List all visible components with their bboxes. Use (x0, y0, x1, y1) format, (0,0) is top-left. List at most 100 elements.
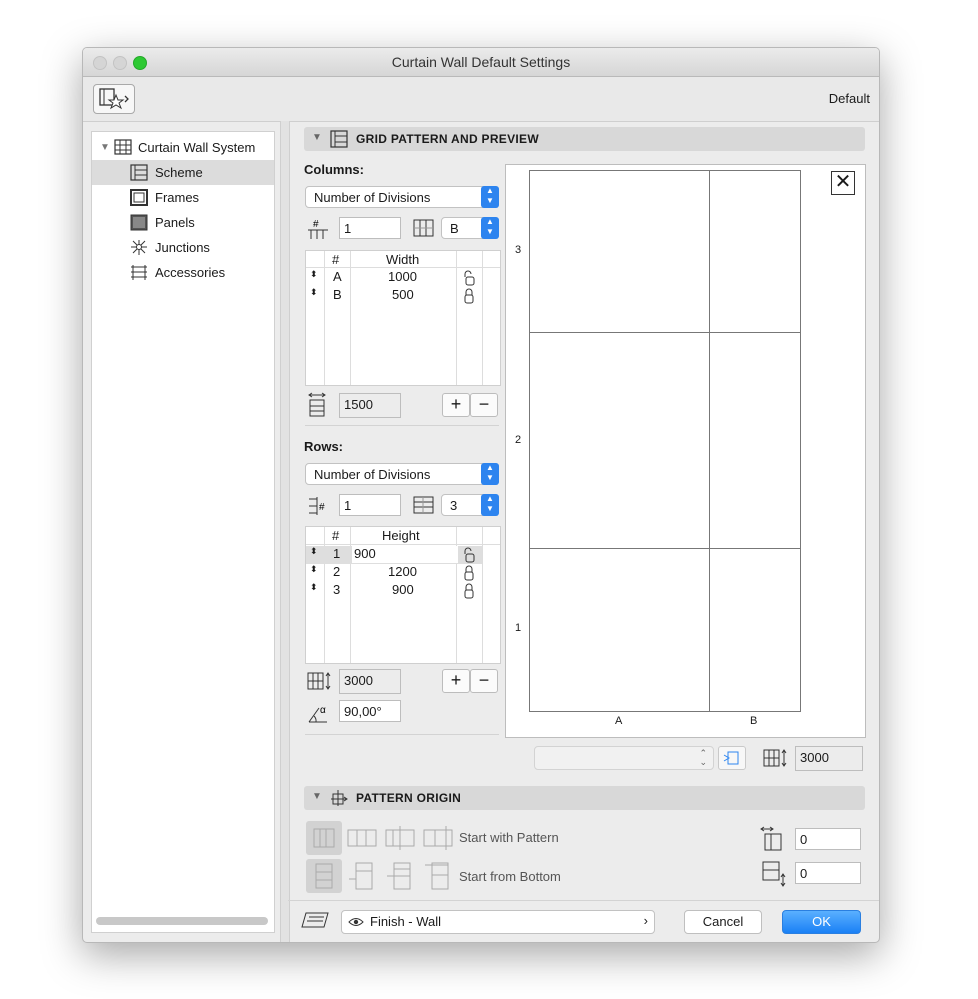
preview-height-field: 3000 (795, 746, 863, 771)
columns-table[interactable]: # Width ⬍ A 1000 ⬍ B 500 (305, 250, 501, 386)
pattern-origin-icon (331, 790, 348, 806)
unlocked-icon[interactable] (462, 547, 476, 563)
ok-button[interactable]: OK (782, 910, 861, 934)
sidebar-item-scheme[interactable]: Scheme (92, 160, 274, 185)
columns-mode-select[interactable]: Number of Divisions ▲ ▼ (305, 186, 499, 208)
row-value[interactable]: 1200 (388, 564, 417, 579)
rows-table[interactable]: # Height ⬍ 1 900 ⬍ 2 1200 ⬍ 3 900 (305, 526, 501, 664)
origin-start-pattern-button-3[interactable] (382, 821, 418, 855)
collapse-triangle-icon[interactable]: ▼ (312, 132, 322, 143)
drag-handle-icon[interactable]: ⬍ (310, 287, 318, 298)
angle-input[interactable]: 90,00° (339, 700, 401, 722)
close-preview-icon[interactable]: ✕ (831, 171, 855, 195)
origin-start-bottom-button-3[interactable] (382, 859, 418, 893)
section-title: GRID PATTERN AND PREVIEW (356, 132, 539, 146)
favorites-button[interactable] (93, 84, 135, 114)
sidebar-item-frames[interactable]: Frames (92, 185, 274, 210)
apply-preview-button[interactable] (718, 746, 746, 770)
chevron-updown-icon: ▲ ▼ (481, 463, 499, 485)
chevron-updown-icon: ⌃ ⌄ (699, 748, 707, 767)
drag-handle-icon[interactable]: ⬍ (310, 582, 318, 593)
locked-icon[interactable] (462, 288, 476, 304)
svg-text:α: α (320, 705, 326, 716)
sidebar-item-accessories[interactable]: Accessories (92, 260, 274, 285)
table-row[interactable]: ⬍ 2 1200 (306, 564, 500, 582)
sidebar-item-label: Accessories (155, 265, 226, 280)
origin-start-pattern-button-4[interactable] (420, 821, 456, 855)
row-count-input[interactable]: 1 (339, 494, 401, 516)
section-title: PATTERN ORIGIN (356, 791, 462, 805)
grid-cell (529, 332, 710, 549)
panels-icon (130, 214, 148, 231)
drag-handle-icon[interactable]: ⬍ (310, 269, 318, 280)
total-width-icon (308, 392, 326, 417)
origin-section-header[interactable]: ▼ PATTERN ORIGIN (304, 786, 865, 810)
offset-y-input[interactable]: 0 (795, 862, 861, 884)
svg-text:#: # (313, 219, 319, 230)
row-value[interactable]: 900 (392, 582, 414, 597)
cancel-button[interactable]: Cancel (684, 910, 762, 934)
sidebar-item-panels[interactable]: Panels (92, 210, 274, 235)
surface-select[interactable]: Finish - Wall › (341, 910, 655, 934)
origin-start-bottom-button-2[interactable] (344, 859, 380, 893)
locked-icon[interactable] (462, 583, 476, 599)
row-value[interactable]: 1000 (388, 269, 417, 284)
origin-start-bottom-button-1[interactable] (306, 859, 342, 893)
separator (305, 734, 499, 735)
remove-column-button[interactable]: − (470, 393, 498, 417)
surface-icon (301, 912, 329, 928)
tree-root-curtain-wall-system[interactable]: ▼ Curtain Wall System (92, 135, 274, 160)
columns-mode-value: Number of Divisions (314, 190, 431, 205)
column-count-input[interactable]: 1 (339, 217, 401, 239)
table-header-width: Width (386, 252, 420, 267)
origin-start-bottom-button-4[interactable] (420, 859, 456, 893)
add-row-button[interactable]: + (442, 669, 470, 693)
preview-row-label: 1 (515, 622, 522, 634)
favorites-icon (99, 88, 129, 110)
start-with-pattern-label: Start with Pattern (459, 830, 559, 845)
column-pattern-select[interactable]: B ▲ ▼ (441, 217, 499, 239)
junctions-icon (131, 240, 147, 255)
start-from-bottom-label: Start from Bottom (459, 869, 561, 884)
unlocked-icon[interactable] (462, 270, 476, 286)
sidebar-scrollbar[interactable] (96, 917, 268, 925)
row-value[interactable]: 500 (392, 287, 414, 302)
add-column-button[interactable]: + (442, 393, 470, 417)
drag-handle-icon[interactable]: ⬍ (310, 546, 318, 557)
row-pattern-select[interactable]: 3 ▲ ▼ (441, 494, 499, 516)
row-id: 2 (333, 564, 341, 579)
collapse-triangle-icon[interactable]: ▼ (312, 791, 322, 802)
grid-section-header[interactable]: ▼ GRID PATTERN AND PREVIEW (304, 127, 865, 151)
accessories-icon (131, 265, 147, 280)
chevron-right-icon: › (643, 913, 648, 928)
origin-left-icon (313, 828, 335, 848)
drag-handle-icon[interactable]: ⬍ (310, 564, 318, 575)
offset-x-input[interactable]: 0 (795, 828, 861, 850)
origin-start-pattern-button-1[interactable] (306, 821, 342, 855)
table-row[interactable]: ⬍ 3 900 (306, 582, 500, 600)
locked-icon[interactable] (462, 565, 476, 581)
column-count-icon: # (308, 219, 328, 239)
origin-start-pattern-button-2[interactable] (344, 821, 380, 855)
origin-center-icon (385, 826, 415, 850)
total-height-icon (307, 672, 331, 690)
origin-top-icon (425, 862, 449, 890)
frames-icon (130, 189, 148, 206)
table-row[interactable]: ⬍ B 500 (306, 287, 500, 305)
preview-option-select[interactable]: ⌃ ⌄ (534, 746, 714, 770)
table-row[interactable]: ⬍ A 1000 (306, 269, 500, 287)
sidebar-item-junctions[interactable]: Junctions (92, 235, 274, 260)
header-divider (306, 544, 500, 545)
disclosure-triangle-icon[interactable]: ▼ (100, 135, 110, 160)
row-count-icon: # (309, 497, 325, 515)
split-divider[interactable] (280, 121, 290, 942)
rows-mode-select[interactable]: Number of Divisions ▲ ▼ (305, 463, 499, 485)
scheme-icon (130, 164, 148, 181)
row-value-edit-field[interactable]: 900 (352, 546, 458, 563)
grid-preview[interactable]: ✕ 3 2 1 A B (505, 164, 866, 738)
origin-middle-icon (387, 862, 411, 890)
table-row-selected[interactable]: ⬍ 1 900 (306, 546, 482, 564)
chevron-updown-icon: ▲ ▼ (481, 494, 499, 516)
row-id: 3 (333, 582, 341, 597)
remove-row-button[interactable]: − (470, 669, 498, 693)
